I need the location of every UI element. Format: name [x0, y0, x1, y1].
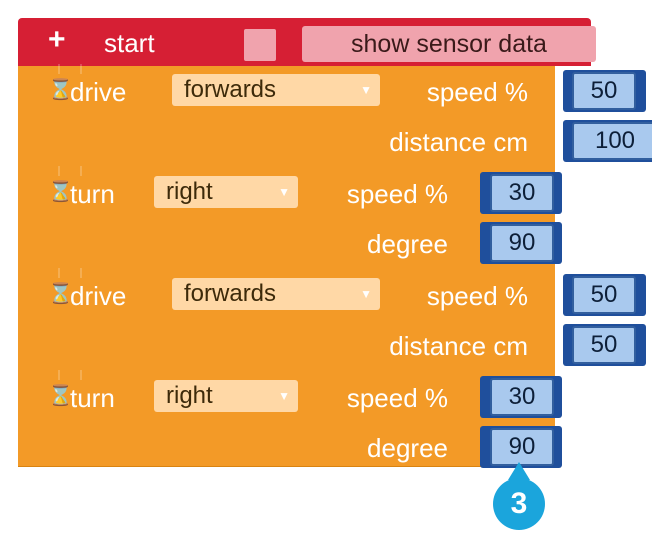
- distance-value[interactable]: 50: [572, 326, 636, 364]
- speed-value[interactable]: 30: [490, 378, 554, 416]
- show-sensor-data-toggle[interactable]: show sensor data: [302, 26, 596, 62]
- block-label: drive: [70, 281, 127, 311]
- direction-value: right: [166, 178, 213, 205]
- hourglass-icon: ⌛: [48, 79, 73, 101]
- direction-dropdown[interactable]: forwards ▼: [172, 74, 380, 106]
- direction-dropdown[interactable]: right ▼: [154, 176, 298, 208]
- degree-value[interactable]: 90: [490, 428, 554, 466]
- block-row-speed: ⌛ turn right ▼ speed % 30: [18, 168, 562, 218]
- distance-label: distance cm: [389, 127, 528, 157]
- hourglass-icon: ⌛: [48, 283, 73, 305]
- block-canvas: + start show sensor data ⌛ drive forward…: [0, 0, 652, 535]
- drive-block[interactable]: ⌛ drive forwards ▼ speed % 50 distance c…: [18, 268, 646, 373]
- start-checkbox[interactable]: [244, 29, 276, 61]
- start-label: start: [104, 28, 155, 58]
- degree-value[interactable]: 90: [490, 224, 554, 262]
- direction-value: forwards: [184, 280, 277, 307]
- speed-value[interactable]: 30: [490, 174, 554, 212]
- chevron-down-icon[interactable]: ▼: [360, 278, 372, 310]
- block-label: drive: [70, 77, 127, 107]
- block-label: turn: [70, 383, 115, 413]
- speed-value[interactable]: 50: [572, 72, 636, 110]
- chevron-down-icon[interactable]: ▼: [278, 176, 290, 208]
- direction-dropdown[interactable]: forwards ▼: [172, 278, 380, 310]
- direction-dropdown[interactable]: right ▼: [154, 380, 298, 412]
- block-row-param: degree 90: [18, 422, 562, 472]
- hourglass-icon: ⌛: [48, 385, 73, 407]
- drive-block[interactable]: ⌛ drive forwards ▼ speed % 50 distance c…: [18, 64, 652, 169]
- hourglass-icon: ⌛: [48, 181, 73, 203]
- speed-label: speed %: [426, 77, 528, 107]
- chevron-down-icon[interactable]: ▼: [278, 380, 290, 412]
- speed-label: speed %: [346, 383, 448, 413]
- step-badge: 3: [493, 478, 545, 530]
- block-label: turn: [70, 179, 115, 209]
- direction-value: right: [166, 382, 213, 409]
- block-row-speed: ⌛ turn right ▼ speed % 30: [18, 372, 562, 422]
- plus-icon[interactable]: +: [48, 25, 66, 55]
- block-row-speed: ⌛ drive forwards ▼ speed % 50: [18, 66, 646, 116]
- start-block[interactable]: + start show sensor data: [18, 18, 596, 66]
- distance-label: distance cm: [389, 331, 528, 361]
- direction-value: forwards: [184, 76, 277, 103]
- degree-label: degree: [367, 433, 448, 463]
- block-row-param: degree 90: [18, 218, 562, 268]
- block-row-speed: ⌛ drive forwards ▼ speed % 50: [18, 270, 646, 320]
- distance-value[interactable]: 100: [572, 122, 652, 160]
- turn-block[interactable]: ⌛ turn right ▼ speed % 30 degree 90: [18, 370, 562, 468]
- block-row-param: distance cm 50: [18, 320, 646, 370]
- speed-label: speed %: [426, 281, 528, 311]
- speed-value[interactable]: 50: [572, 276, 636, 314]
- degree-label: degree: [367, 229, 448, 259]
- turn-block[interactable]: ⌛ turn right ▼ speed % 30 degree 90: [18, 166, 562, 271]
- chevron-down-icon[interactable]: ▼: [360, 74, 372, 106]
- speed-label: speed %: [346, 179, 448, 209]
- block-row-param: distance cm 100: [18, 116, 652, 166]
